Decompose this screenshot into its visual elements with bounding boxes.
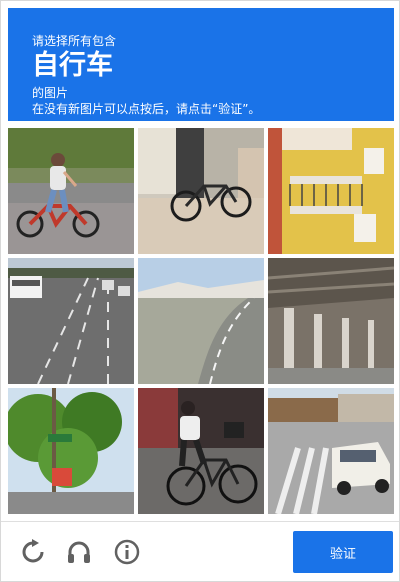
tile-7-image: [8, 388, 134, 514]
tile-3-image: [268, 128, 394, 254]
tile-9-image: [268, 388, 394, 514]
image-tile-5[interactable]: [138, 258, 264, 384]
image-tile-8[interactable]: [138, 388, 264, 514]
image-tile-3[interactable]: [268, 128, 394, 254]
tile-4-image: [8, 258, 134, 384]
instructions-header: 请选择所有包含 自行车 的图片 在没有新图片可以点按后，请点击“验证”。: [8, 8, 394, 121]
tile-2-image: [138, 128, 264, 254]
tile-1-image: [8, 128, 134, 254]
instruction-line3: 的图片: [32, 86, 69, 100]
reload-icon[interactable]: [19, 538, 47, 566]
verify-button[interactable]: 验证: [293, 531, 393, 573]
instruction-line4: 在没有新图片可以点按后，请点击“验证”。: [32, 102, 261, 116]
target-object: 自行车: [32, 50, 113, 81]
instruction-line1: 请选择所有包含: [32, 34, 117, 48]
info-icon[interactable]: [113, 538, 141, 566]
image-tile-4[interactable]: [8, 258, 134, 384]
image-tile-6[interactable]: [268, 258, 394, 384]
headphones-icon[interactable]: [65, 538, 93, 566]
captcha-footer: 验证: [1, 522, 399, 581]
image-grid: [8, 128, 394, 514]
tile-6-image: [268, 258, 394, 384]
image-tile-7[interactable]: [8, 388, 134, 514]
image-tile-2[interactable]: [138, 128, 264, 254]
tile-8-image: [138, 388, 264, 514]
captcha-frame: 请选择所有包含 自行车 的图片 在没有新图片可以点按后，请点击“验证”。 验证: [0, 0, 400, 582]
image-tile-9[interactable]: [268, 388, 394, 514]
tile-5-image: [138, 258, 264, 384]
image-tile-1[interactable]: [8, 128, 134, 254]
